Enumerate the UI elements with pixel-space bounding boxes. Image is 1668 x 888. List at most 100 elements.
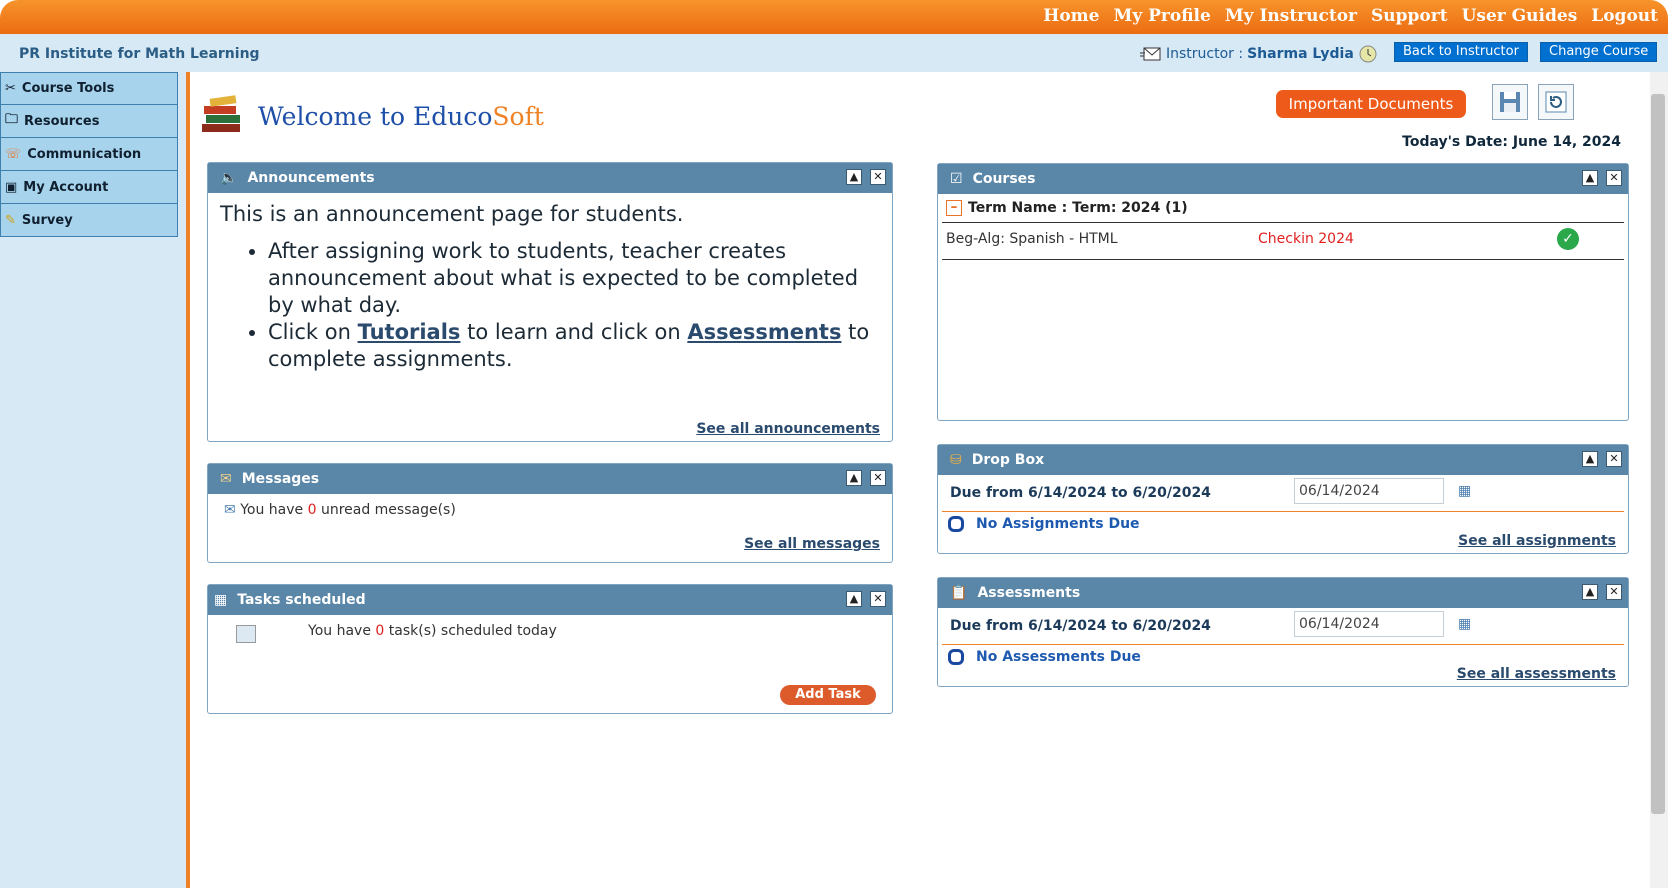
important-documents-button[interactable]: Important Documents: [1276, 90, 1466, 118]
top-bar: Home My Profile My Instructor Support Us…: [0, 0, 1668, 34]
clock-icon[interactable]: [1358, 44, 1378, 64]
clipboard-icon: 📋: [950, 585, 968, 601]
welcome-title: Welcome to EducoSoft: [258, 102, 544, 131]
bullet-icon: [948, 516, 964, 532]
org-name: PR Institute for Math Learning: [19, 46, 260, 62]
course-name[interactable]: Beg-Alg: Spanish - HTML: [946, 231, 1118, 247]
instructor-label: Instructor :: [1166, 46, 1244, 62]
close-icon[interactable]: ✕: [1606, 584, 1622, 600]
sidebar-item-communication[interactable]: ☏ Communication: [0, 138, 178, 171]
course-row[interactable]: Beg-Alg: Spanish - HTML Checkin 2024 ✓: [942, 223, 1624, 260]
date-field[interactable]: 06/14/2024: [1294, 611, 1444, 637]
assessments-panel: 📋 Assessments ▲ ✕ Due from 6/14/2024 to 6…: [937, 577, 1629, 687]
nav-logout[interactable]: Logout: [1591, 6, 1658, 26]
nav-my-profile[interactable]: My Profile: [1114, 6, 1211, 26]
calendar-icon: ▦: [214, 592, 228, 608]
announcements-header: 🔈 Announcements ▲ ✕: [208, 163, 892, 193]
no-assessments-text: No Assessments Due: [976, 649, 1141, 665]
change-course-button[interactable]: Change Course: [1540, 42, 1658, 62]
calendar-picker-icon[interactable]: ▦: [1458, 483, 1471, 499]
assessments-header: 📋 Assessments ▲ ✕: [938, 578, 1628, 608]
collapse-icon[interactable]: ▲: [1582, 170, 1598, 186]
tasks-panel: ▦ Tasks scheduled ▲ ✕ You have 0 task(s) …: [207, 584, 893, 714]
see-all-announcements-link[interactable]: See all announcements: [696, 421, 880, 437]
folder-icon: 🗀: [5, 112, 19, 127]
sidebar-label: My Account: [23, 179, 109, 195]
refresh-icon[interactable]: [1538, 84, 1574, 120]
collapse-term-icon[interactable]: –: [946, 200, 962, 216]
scrollbar-thumb[interactable]: [1651, 94, 1665, 814]
tasks-header: ▦ Tasks scheduled ▲ ✕: [208, 585, 892, 615]
collapse-icon[interactable]: ▲: [1582, 451, 1598, 467]
checkmark-icon: ✓: [1557, 228, 1579, 250]
text: unread message(s): [316, 502, 456, 518]
sidebar-item-course-tools[interactable]: ✂ Course Tools: [0, 72, 178, 105]
instructor-name: Sharma Lydia: [1247, 46, 1354, 62]
nav-my-instructor[interactable]: My Instructor: [1225, 6, 1357, 26]
close-icon[interactable]: ✕: [870, 169, 886, 185]
sidebar-item-my-account[interactable]: ▣ My Account: [0, 171, 178, 204]
sidebar-label: Course Tools: [21, 81, 115, 96]
messages-panel: ✉ Messages ▲ ✕ ✉ You have 0 unread messag…: [207, 463, 893, 563]
books-icon: [202, 95, 240, 132]
nav-user-guides[interactable]: User Guides: [1462, 6, 1578, 26]
panel-title: Tasks scheduled: [237, 592, 366, 608]
panel-title: Courses: [972, 171, 1036, 187]
term-row: – Term Name : Term: 2024 (1): [942, 194, 1624, 223]
calendar-picker-icon[interactable]: ▦: [1458, 616, 1471, 632]
assessments-link[interactable]: Assessments: [687, 320, 841, 344]
account-icon: ▣: [5, 179, 18, 195]
see-all-assessments-link[interactable]: See all assessments: [1457, 666, 1616, 682]
add-task-button[interactable]: Add Task: [780, 685, 876, 705]
date-field[interactable]: 06/14/2024: [1294, 478, 1444, 504]
tutorials-link[interactable]: Tutorials: [358, 320, 461, 344]
top-nav: Home My Profile My Instructor Support Us…: [1043, 6, 1658, 26]
mail-icon[interactable]: [1140, 46, 1162, 62]
announcement-item: Click on Tutorials to learn and click on…: [268, 319, 880, 373]
text: You have: [240, 502, 308, 518]
speaker-icon: 🔈: [220, 170, 238, 186]
see-all-assignments-link[interactable]: See all assignments: [1458, 533, 1616, 549]
announcements-panel: 🔈 Announcements ▲ ✕ This is an announceme…: [207, 162, 893, 442]
sidebar-item-survey[interactable]: ✎ Survey: [0, 204, 178, 237]
envelope-icon: ✉: [220, 471, 232, 487]
bullet-icon: [948, 649, 964, 665]
term-name: Term Name : Term: 2024 (1): [968, 200, 1188, 216]
see-all-messages-link[interactable]: See all messages: [744, 536, 880, 552]
dropbox-icon: ⛁: [950, 452, 962, 468]
sidebar: ✂ Course Tools 🗀 Resources ☏ Communication …: [0, 72, 190, 888]
mail-small-icon: ✉: [224, 502, 236, 518]
sub-header: PR Institute for Math Learning Instructo…: [0, 34, 1668, 72]
close-icon[interactable]: ✕: [1606, 170, 1622, 186]
save-icon[interactable]: [1492, 84, 1528, 120]
sidebar-label: Survey: [21, 212, 73, 228]
panel-title: Drop Box: [971, 452, 1045, 468]
text: task(s) scheduled today: [384, 623, 557, 639]
sidebar-item-resources[interactable]: 🗀 Resources: [0, 105, 178, 138]
assessments-due-row: Due from 6/14/2024 to 6/20/2024 06/14/20…: [942, 608, 1624, 645]
announcement-intro: This is an announcement page for student…: [220, 202, 684, 226]
back-to-instructor-button[interactable]: Back to Instructor: [1394, 42, 1528, 62]
checklist-icon: ☑: [950, 171, 963, 187]
courses-header: ☑ Courses ▲ ✕: [938, 164, 1628, 194]
collapse-icon[interactable]: ▲: [1582, 584, 1598, 600]
nav-home[interactable]: Home: [1043, 6, 1099, 26]
text: Click on: [268, 320, 358, 344]
collapse-icon[interactable]: ▲: [846, 591, 862, 607]
collapse-icon[interactable]: ▲: [846, 470, 862, 486]
panel-title: Assessments: [977, 585, 1081, 601]
due-range: Due from 6/14/2024 to 6/20/2024: [950, 618, 1211, 634]
nav-support[interactable]: Support: [1371, 6, 1448, 26]
close-icon[interactable]: ✕: [1606, 451, 1622, 467]
no-assignments-text: No Assignments Due: [976, 516, 1140, 532]
task-icon: [236, 625, 256, 643]
checkin-status: Checkin 2024: [1258, 231, 1354, 247]
welcome-prefix: Welcome to Educo: [258, 101, 493, 131]
close-icon[interactable]: ✕: [870, 591, 886, 607]
panel-title: Messages: [241, 471, 320, 487]
collapse-icon[interactable]: ▲: [846, 169, 862, 185]
dropbox-header: ⛁ Drop Box ▲ ✕: [938, 445, 1628, 475]
tools-icon: ✂: [5, 81, 16, 96]
close-icon[interactable]: ✕: [870, 470, 886, 486]
unread-count: 0: [307, 502, 317, 518]
